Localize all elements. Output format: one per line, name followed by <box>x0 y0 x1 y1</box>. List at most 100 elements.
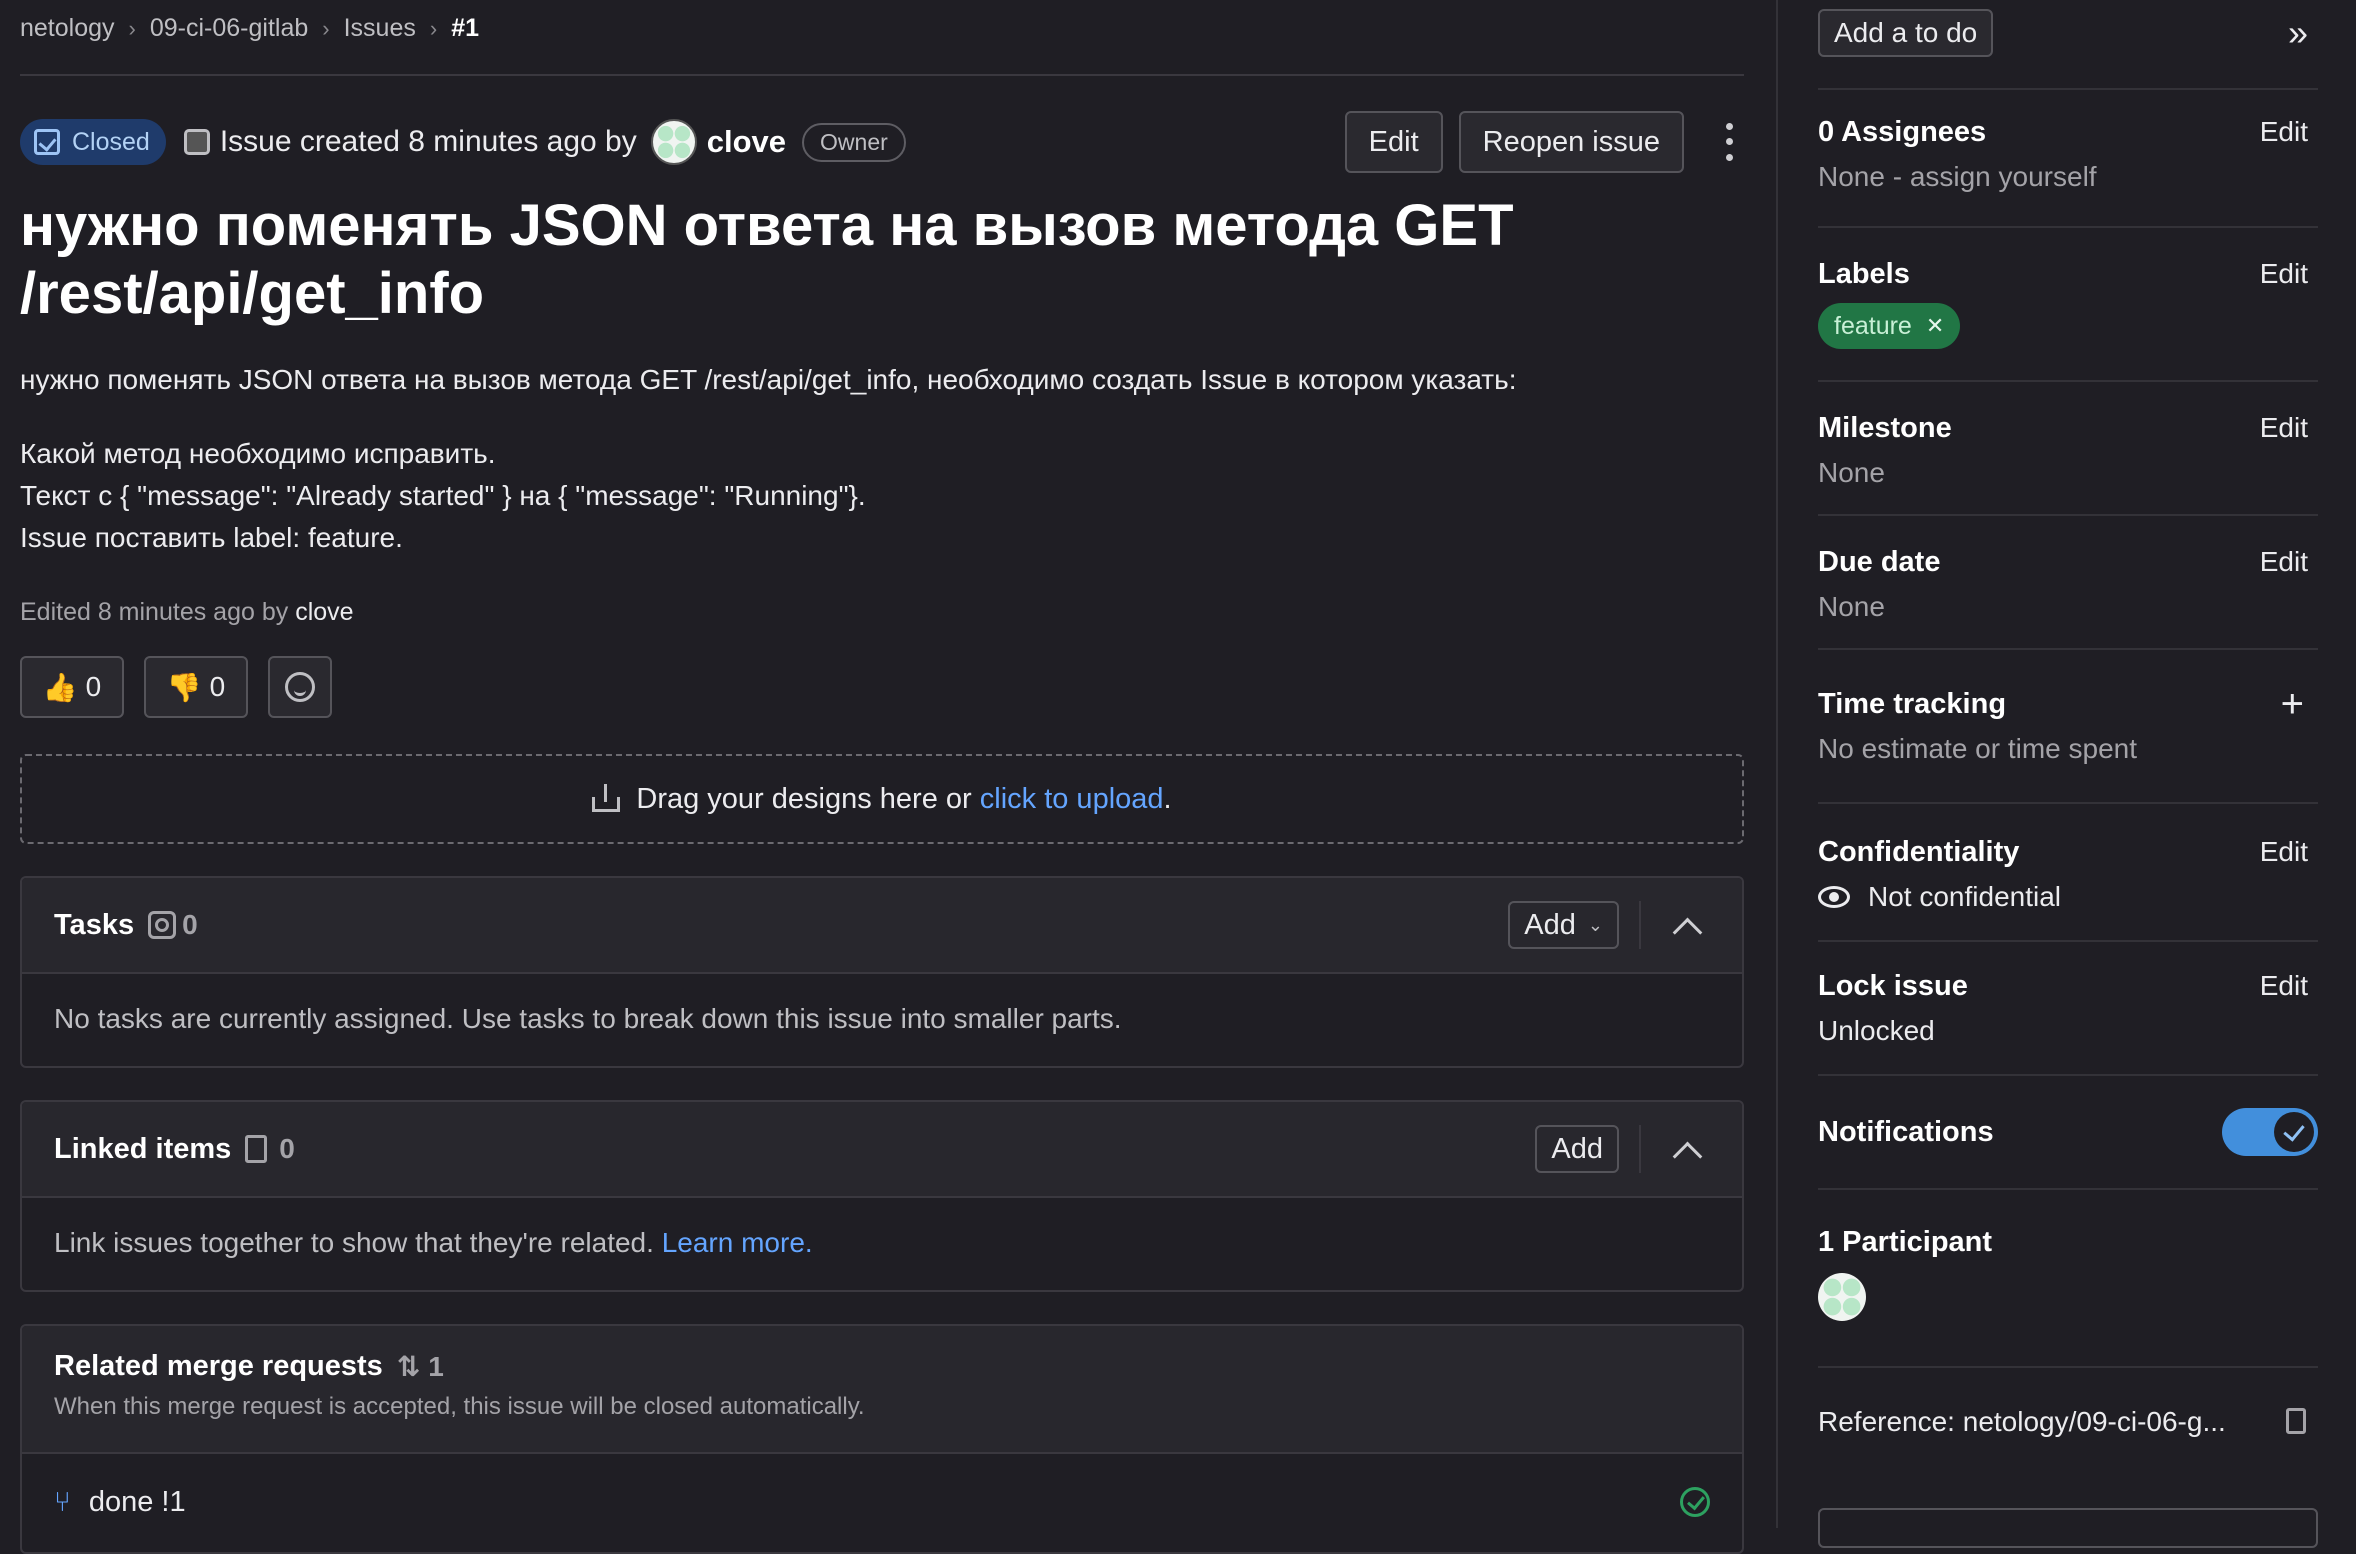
issue-header: Closed Issue created 8 minutes ago by cl… <box>20 111 1744 173</box>
labels-section: Labels Edit feature ✕ <box>1818 258 2318 349</box>
header-divider <box>20 74 1744 76</box>
edited-prefix: Edited 8 minutes ago by <box>20 598 289 626</box>
add-reaction-button[interactable] <box>268 656 332 718</box>
author-role-badge: Owner <box>802 122 906 162</box>
confidentiality-edit-button[interactable]: Edit <box>2260 836 2308 868</box>
chevron-right-icon: › <box>322 15 330 41</box>
collapse-sidebar-icon[interactable]: » <box>2288 12 2308 54</box>
linked-items-card: Linked items 0 Add Link issues together … <box>20 1100 1744 1292</box>
eye-icon <box>1818 886 1850 908</box>
edited-info: Edited 8 minutes ago by clove <box>20 598 354 627</box>
collapse-tasks-icon[interactable] <box>1672 917 1703 947</box>
lock-edit-button[interactable]: Edit <box>2260 970 2308 1002</box>
pipeline-passed-icon[interactable] <box>1680 1487 1710 1517</box>
chevron-right-icon: › <box>429 15 438 41</box>
related-mr-subtitle: When this merge request is accepted, thi… <box>54 1393 865 1420</box>
design-dropzone[interactable]: Drag your designs here or click to uploa… <box>20 754 1744 844</box>
merge-request-icon: ⇅ <box>396 1351 421 1382</box>
remove-label-icon[interactable]: ✕ <box>1926 313 1944 339</box>
time-tracking-value: No estimate or time spent <box>1818 733 2138 764</box>
edit-issue-button[interactable]: Edit <box>1344 111 1443 173</box>
add-task-button[interactable]: Add ⌄ <box>1508 901 1619 949</box>
copy-reference-icon[interactable] <box>2286 1408 2306 1434</box>
add-linked-item-button[interactable]: Add <box>1535 1125 1619 1173</box>
more-actions-icon[interactable] <box>1714 119 1744 165</box>
participant-avatar[interactable] <box>1818 1273 1866 1321</box>
tasks-empty-text: No tasks are currently assigned. Use tas… <box>54 1003 1122 1034</box>
chevron-down-icon: ⌄ <box>1587 914 1603 935</box>
breadcrumb-item-group[interactable]: netology <box>20 14 115 43</box>
due-date-section: Due date Edit None <box>1818 546 2318 623</box>
related-mr-count: ⇅ 1 <box>397 1350 444 1383</box>
related-mr-title: Related merge requests <box>54 1350 383 1382</box>
add-time-icon[interactable]: + <box>2281 682 2304 727</box>
issue-type-icon <box>183 129 210 155</box>
sidebar-bottom-box <box>1818 1508 2318 1548</box>
breadcrumb-item-current[interactable]: #1 <box>451 14 479 43</box>
thumbs-up-count: 0 <box>85 671 102 702</box>
milestone-edit-button[interactable]: Edit <box>2260 412 2308 444</box>
related-mr-header: Related merge requests ⇅ 1 When this mer… <box>22 1326 1742 1454</box>
mr-item-title[interactable]: done <box>89 1486 154 1519</box>
linked-items-header: Linked items 0 Add <box>22 1102 1742 1198</box>
add-todo-button[interactable]: Add a to do <box>1818 9 1994 57</box>
link-icon <box>245 1135 268 1163</box>
assignees-title: 0 Assignees <box>1818 116 1987 148</box>
participants-title: 1 Participant <box>1818 1226 1993 1258</box>
linked-items-empty-text: Link issues together to show that they'r… <box>54 1227 654 1258</box>
issue-title: нужно поменять JSON ответа на вызов мето… <box>20 193 1514 326</box>
reference-section: Reference: netology/09-ci-06-g... <box>1818 1406 2318 1438</box>
linked-items-count: 0 <box>245 1133 295 1165</box>
time-tracking-section: Time tracking + No estimate or time spen… <box>1818 682 2318 765</box>
task-icon <box>148 911 177 939</box>
tasks-header: Tasks 0 Add ⌄ <box>22 878 1742 974</box>
time-tracking-title: Time tracking <box>1818 688 2007 720</box>
notifications-section: Notifications <box>1818 1108 2318 1156</box>
lock-section: Lock issue Edit Unlocked <box>1818 970 2318 1047</box>
reference-text: Reference: netology/09-ci-06-g... <box>1818 1406 2226 1437</box>
assignees-value[interactable]: None - assign yourself <box>1818 161 2318 193</box>
issue-description-line: Текст с { "message": "Already started" }… <box>20 480 866 511</box>
thumbs-up-button[interactable]: 👍 0 <box>20 656 124 718</box>
due-date-edit-button[interactable]: Edit <box>2260 546 2308 578</box>
check-icon <box>2274 1112 2314 1152</box>
thumbs-down-button[interactable]: 👎 0 <box>144 656 248 718</box>
participants-section: 1 Participant <box>1818 1226 2318 1321</box>
author-avatar[interactable] <box>650 119 697 165</box>
issue-main: netology › 09-ci-06-gitlab › Issues › #1… <box>20 0 1744 1554</box>
edited-by-author[interactable]: clove <box>295 598 353 626</box>
thumbs-up-icon: 👍 <box>42 671 78 703</box>
confidentiality-section: Confidentiality Edit Not confidential <box>1818 836 2318 913</box>
issue-description-line: Какой метод необходимо исправить. <box>20 438 496 469</box>
thumbs-down-icon: 👎 <box>166 671 202 703</box>
issue-closed-icon <box>34 129 60 155</box>
issue-sidebar: Add a to do » 0 Assignees Edit None - as… <box>1818 0 2318 1548</box>
due-date-value: None <box>1818 591 1885 622</box>
breadcrumb-item-issues[interactable]: Issues <box>344 14 416 43</box>
confidentiality-text: Not confidential <box>1868 881 2062 912</box>
notifications-toggle[interactable] <box>2222 1108 2318 1156</box>
upload-link[interactable]: click to upload <box>980 783 1164 816</box>
confidentiality-title: Confidentiality <box>1818 836 2020 868</box>
breadcrumb-item-project[interactable]: 09-ci-06-gitlab <box>150 14 308 43</box>
milestone-section: Milestone Edit None <box>1818 412 2318 489</box>
assignees-edit-button[interactable]: Edit <box>2260 116 2308 148</box>
reactions-bar: 👍 0 👎 0 <box>20 656 352 718</box>
learn-more-link[interactable]: Learn more. <box>662 1227 813 1259</box>
issue-created-text: Issue created 8 minutes ago by <box>219 125 637 158</box>
chevron-right-icon: › <box>128 15 136 41</box>
related-mr-count-value: 1 <box>428 1350 444 1382</box>
sidebar-top: Add a to do » <box>1818 8 2318 58</box>
lock-title: Lock issue <box>1818 970 1968 1002</box>
reopen-issue-button[interactable]: Reopen issue <box>1458 111 1684 173</box>
labels-edit-button[interactable]: Edit <box>2260 258 2308 290</box>
lock-value: Unlocked <box>1818 1015 1935 1046</box>
label-feature-text: feature <box>1834 311 1912 340</box>
related-mr-item[interactable]: ⑂ done !1 <box>22 1454 1742 1550</box>
collapse-linked-icon[interactable] <box>1672 1141 1703 1171</box>
milestone-title: Milestone <box>1818 412 1952 444</box>
related-mr-card: Related merge requests ⇅ 1 When this mer… <box>20 1324 1744 1554</box>
confidentiality-value: Not confidential <box>1818 881 2318 913</box>
author-name[interactable]: clove <box>707 124 786 160</box>
label-feature[interactable]: feature ✕ <box>1818 303 1961 349</box>
